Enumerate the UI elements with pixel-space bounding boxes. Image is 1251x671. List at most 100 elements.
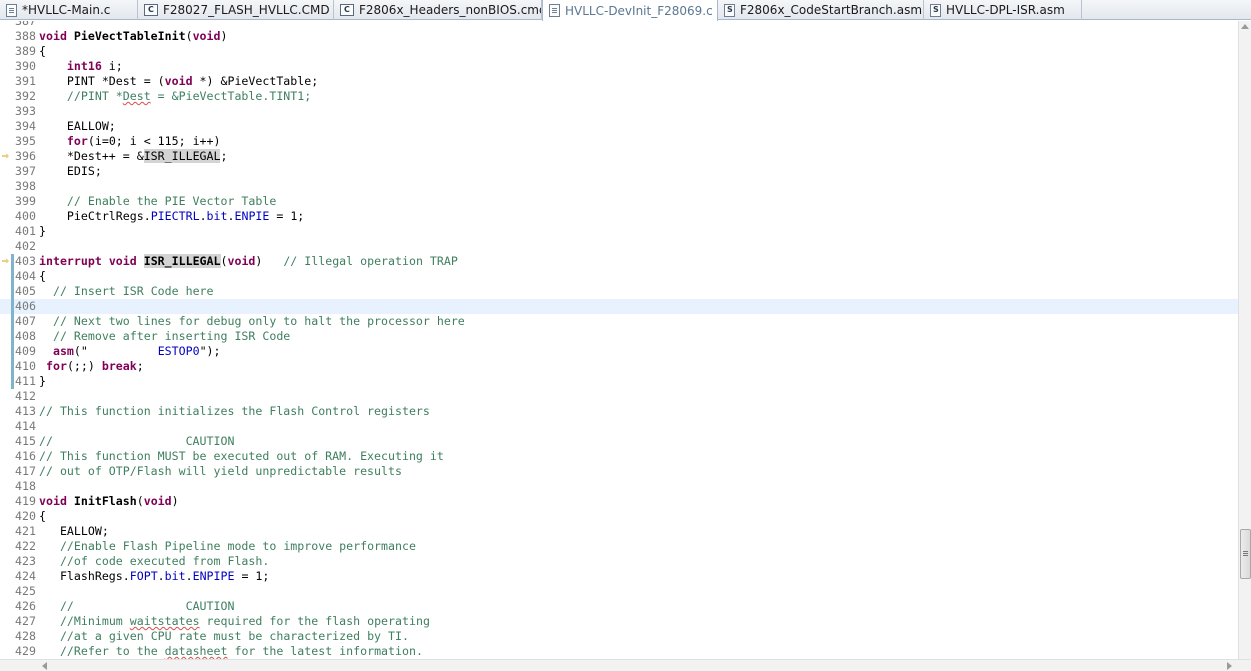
line-number: 394 (15, 119, 36, 133)
code-line[interactable]: 387 (0, 21, 1238, 29)
code-line[interactable]: 400 PieCtrlRegs.PIECTRL.bit.ENPIE = 1; (0, 209, 1238, 224)
code-line[interactable]: 410 for(;;) break; (0, 359, 1238, 374)
line-number: 389 (15, 44, 36, 58)
code-line[interactable]: 412 (0, 389, 1238, 404)
code-text: asm(" ESTOP0"); (52, 344, 221, 358)
code-line[interactable]: 402 (0, 239, 1238, 254)
line-number: 424 (15, 569, 36, 583)
code-text: FlashRegs.FOPT.bit.ENPIPE = 1; (39, 569, 270, 583)
line-number: 405 (15, 284, 36, 298)
line-number: 402 (15, 239, 36, 253)
editor-tab-bar: *HVLLC-Main.c F28027_FLASH_HVLLC.CMD F28… (0, 0, 1251, 21)
code-line[interactable]: 395 for(i=0; i < 115; i++) (0, 134, 1238, 149)
code-text: } (39, 224, 46, 238)
code-line[interactable]: 422 //Enable Flash Pipeline mode to impr… (0, 539, 1238, 554)
code-line[interactable]: 393 (0, 104, 1238, 119)
code-line[interactable]: 426 // CAUTION (0, 599, 1238, 614)
code-editor[interactable]: 387 388 void PieVectTableInit(void) 389{390… (0, 21, 1238, 659)
code-line[interactable]: 399 // Enable the PIE Vector Table (0, 194, 1238, 209)
tab-f28027-flash-hvllc-cmd[interactable]: F28027_FLASH_HVLLC.CMD (138, 0, 334, 20)
code-line[interactable]: 418 (0, 479, 1238, 494)
line-number: 429 (15, 644, 36, 658)
line-number: 388 (15, 29, 36, 43)
line-number: 410 (15, 359, 36, 373)
code-text: // CAUTION (39, 434, 235, 448)
line-number: 421 (15, 524, 36, 538)
line-number: 416 (15, 449, 36, 463)
scroll-up-arrow-icon[interactable] (1241, 24, 1249, 29)
line-number: 418 (15, 479, 36, 493)
line-number: 407 (15, 314, 36, 328)
code-line[interactable]: 388 void PieVectTableInit(void) (0, 29, 1238, 44)
line-number: 425 (15, 584, 36, 598)
line-number: 395 (15, 134, 36, 148)
code-line[interactable]: 404{ (0, 269, 1238, 284)
code-line[interactable]: ⇨ 396 *Dest++ = &ISR_ILLEGAL; (0, 149, 1238, 164)
line-number: 404 (15, 269, 36, 283)
tab-hvllc-devinit-f28069-c[interactable]: HVLLC-DevInit_F28069.c ☒ (542, 0, 718, 21)
code-text: interrupt void ISR_ILLEGAL(void) // Ille… (39, 254, 458, 268)
code-line[interactable]: 420{ (0, 509, 1238, 524)
code-text: void PieVectTableInit(void) (39, 29, 228, 43)
code-line[interactable]: 415// CAUTION (0, 434, 1238, 449)
vertical-scrollbar[interactable] (1238, 21, 1251, 659)
line-number: 400 (15, 209, 36, 223)
code-text: void InitFlash(void) (39, 494, 179, 508)
code-line[interactable]: 427 //Minimum waitstates required for th… (0, 614, 1238, 629)
code-text: EDIS; (39, 164, 102, 178)
line-number: 427 (15, 614, 36, 628)
code-text: *Dest++ = &ISR_ILLEGAL; (39, 149, 228, 163)
c-source-file-icon (549, 4, 560, 17)
code-line[interactable]: 389{ (0, 44, 1238, 59)
code-text: { (39, 509, 46, 523)
line-number: 398 (15, 179, 36, 193)
code-line[interactable]: 407 // Next two lines for debug only to … (0, 314, 1238, 329)
line-number: 387 (15, 21, 36, 28)
line-number: 408 (15, 329, 36, 343)
code-line[interactable]: 419 void InitFlash(void) (0, 494, 1238, 509)
code-line[interactable]: 413// This function initializes the Flas… (0, 404, 1238, 419)
line-number: 413 (15, 404, 36, 418)
code-line[interactable]: 423 //of code executed from Flash. (0, 554, 1238, 569)
code-line[interactable]: 394 EALLOW; (0, 119, 1238, 134)
code-line[interactable]: 429 //Refer to the datasheet for the lat… (0, 644, 1238, 659)
code-line[interactable]: 390 int16 i; (0, 59, 1238, 74)
code-line[interactable]: 408 // Remove after inserting ISR Code (0, 329, 1238, 344)
scroll-left-arrow-icon[interactable] (42, 662, 47, 670)
scroll-right-arrow-icon[interactable] (1227, 662, 1232, 670)
code-line[interactable]: 398 (0, 179, 1238, 194)
code-line[interactable]: 425 (0, 584, 1238, 599)
tab-f2806x-headers-nonbios-cmd[interactable]: F2806x_Headers_nonBIOS.cmd (334, 0, 542, 20)
code-line[interactable]: 424 FlashRegs.FOPT.bit.ENPIPE = 1; (0, 569, 1238, 584)
code-line[interactable]: 406 (0, 299, 1238, 314)
code-line[interactable]: 416// This function MUST be executed out… (0, 449, 1238, 464)
tab-f2806x-codestartbranch-asm[interactable]: F2806x_CodeStartBranch.asm (718, 0, 924, 20)
vertical-scroll-thumb[interactable] (1240, 529, 1251, 579)
code-text: EALLOW; (39, 119, 116, 133)
code-line[interactable]: 414 (0, 419, 1238, 434)
code-line[interactable]: 392 //PINT *Dest = &PieVectTable.TINT1; (0, 89, 1238, 104)
code-line[interactable]: 397 EDIS; (0, 164, 1238, 179)
code-line[interactable]: 428 //at a given CPU rate must be charac… (0, 629, 1238, 644)
code-line[interactable]: 411} (0, 374, 1238, 389)
line-number: 423 (15, 554, 36, 568)
code-line[interactable]: 405 // Insert ISR Code here (0, 284, 1238, 299)
code-text: // Enable the PIE Vector Table (66, 194, 277, 208)
tab-hvllc-main-c[interactable]: *HVLLC-Main.c (0, 0, 138, 20)
line-number: 419 (15, 494, 36, 508)
code-line[interactable]: 417// out of OTP/Flash will yield unpred… (0, 464, 1238, 479)
code-text: //of code executed from Flash. (59, 554, 270, 568)
code-text: //PINT *Dest = &PieVectTable.TINT1; (66, 89, 312, 103)
asm-file-icon (930, 3, 941, 17)
code-text: PieCtrlRegs.PIECTRL.bit.ENPIE = 1; (39, 209, 305, 223)
horizontal-scrollbar[interactable] (0, 659, 1251, 671)
code-line[interactable]: 401} (0, 224, 1238, 239)
code-line[interactable]: ⇨ 403 interrupt void ISR_ILLEGAL(void) // … (0, 254, 1238, 269)
code-text: int16 i; (66, 59, 123, 73)
tab-hvllc-dpl-isr-asm[interactable]: HVLLC-DPL-ISR.asm (924, 0, 1082, 20)
code-line[interactable]: 409 asm(" ESTOP0"); (0, 344, 1238, 359)
code-line[interactable]: 391 PINT *Dest = (void *) &PieVectTable; (0, 74, 1238, 89)
line-number: 415 (15, 434, 36, 448)
code-line[interactable]: 421 EALLOW; (0, 524, 1238, 539)
code-text: //Minimum waitstates required for the fl… (59, 614, 430, 628)
